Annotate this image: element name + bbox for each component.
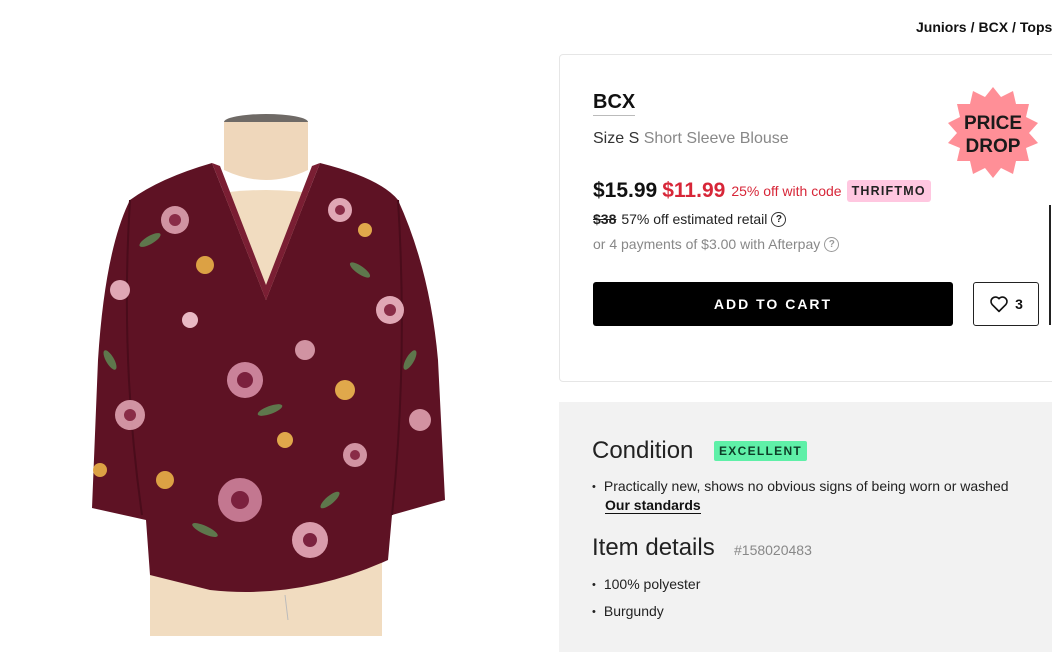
- condition-title: Condition: [592, 437, 694, 464]
- afterpay-text: or 4 payments of $3.00 with Afterpay: [593, 236, 821, 252]
- favorite-button[interactable]: 3: [973, 282, 1039, 326]
- size-label: Size S: [593, 130, 640, 147]
- price-drop-badge: PRICE DROP: [948, 87, 1038, 178]
- breadcrumb-bcx[interactable]: BCX: [978, 19, 1008, 35]
- details-panel: Condition EXCELLENT Practically new, sho…: [559, 402, 1052, 652]
- price-drop-line1: PRICE: [964, 113, 1022, 134]
- heart-icon: [990, 296, 1008, 313]
- product-image[interactable]: [0, 60, 548, 636]
- item-id: #158020483: [734, 542, 812, 558]
- promo-text: 25% off with code: [731, 183, 842, 199]
- size-type-line: Size S Short Sleeve Blouse: [593, 130, 789, 148]
- brand-link[interactable]: BCX: [593, 91, 636, 116]
- detail-bullet-color: Burgundy: [592, 603, 664, 619]
- afterpay-row: or 4 payments of $3.00 with Afterpay ?: [593, 236, 840, 252]
- breadcrumb-juniors[interactable]: Juniors: [916, 19, 967, 35]
- breadcrumb-separator: /: [970, 19, 975, 35]
- product-type: Short Sleeve Blouse: [643, 130, 789, 147]
- breadcrumb-tops[interactable]: Tops: [1020, 19, 1052, 35]
- condition-badge: EXCELLENT: [714, 441, 808, 461]
- add-to-cart-button[interactable]: ADD TO CART: [593, 282, 953, 326]
- price-row: $15.99 $11.99 25% off with code THRIFTMO: [593, 179, 931, 203]
- our-standards-link[interactable]: Our standards: [605, 497, 701, 514]
- item-details-title: Item details: [592, 534, 715, 561]
- detail-bullet-material: 100% polyester: [592, 576, 701, 592]
- scroll-edge: [1049, 205, 1051, 325]
- breadcrumb-separator: /: [1012, 19, 1016, 35]
- retail-row: $38 57% off estimated retail ?: [593, 211, 787, 227]
- price-drop-line2: DROP: [966, 136, 1021, 157]
- info-icon[interactable]: ?: [824, 236, 840, 252]
- retail-discount-text: 57% off estimated retail: [621, 211, 768, 227]
- condition-description: Practically new, shows no obvious signs …: [592, 478, 1009, 494]
- promo-code-badge: THRIFTMO: [846, 180, 931, 202]
- purchase-card: BCX Size S Short Sleeve Blouse $15.99 $1…: [559, 54, 1052, 382]
- favorite-count: 3: [1015, 296, 1023, 312]
- retail-price: $38: [593, 211, 617, 227]
- breadcrumb: Juniors / BCX / Tops: [916, 19, 1052, 35]
- info-icon[interactable]: ?: [771, 211, 787, 227]
- original-price: $15.99: [593, 179, 658, 202]
- sale-price: $11.99: [662, 179, 726, 202]
